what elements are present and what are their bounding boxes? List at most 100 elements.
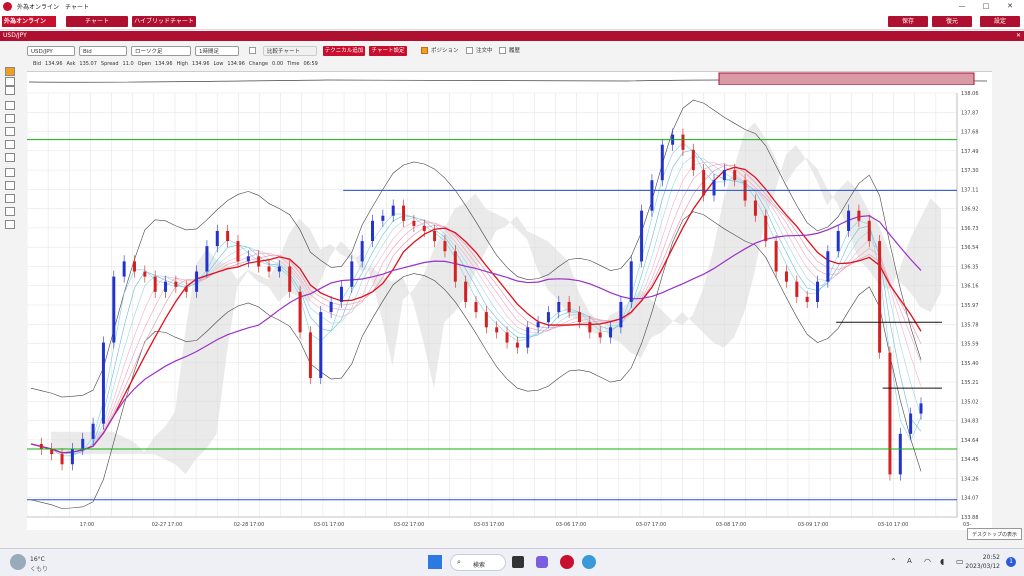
candle-body [919,403,923,414]
chart-settings-button[interactable]: チャート設定 [369,46,407,56]
info-value: 11.0 [122,61,134,67]
task-view-icon[interactable] [512,556,524,568]
candle-body [546,312,550,323]
compare-checkbox[interactable] [249,47,256,54]
search-box[interactable]: ⌕ 検索 [450,554,506,571]
chart-type-select[interactable]: ローソク足 [131,46,191,56]
y-tick-label: 134.07 [961,496,979,502]
candle-body [753,200,757,216]
window-titlebar: 外為オンライン チャート — □ ✕ [0,0,1024,13]
pair-header: USD/JPY ✕ [0,31,1024,41]
candle-body [381,215,385,221]
volume-icon[interactable]: ◖ [940,557,944,566]
close-chart-icon[interactable]: ✕ [1016,31,1021,41]
x-tick-label: 03-06 17:00 [556,522,587,528]
hline-tool-icon[interactable] [5,127,15,136]
text-tool-icon[interactable] [5,181,15,190]
zoom-tool-icon[interactable] [5,77,15,86]
candle-body [847,210,851,231]
info-label: Time [287,61,300,67]
cursor-tool-icon[interactable] [5,67,15,76]
hybrid-chart-button[interactable]: ハイブリッドチャート [132,16,196,27]
notification-badge[interactable]: 1 [1006,557,1016,567]
channel-tool-icon[interactable] [5,153,15,162]
weather-icon[interactable] [10,554,26,570]
pair-title: USD/JPY [3,32,27,39]
settings-button[interactable]: 設定 [980,16,1020,27]
close-icon[interactable]: ✕ [998,0,1022,13]
candlestick-chart[interactable]: 138.06 137.87 137.68 137.49 137.30 137.11 136.… [26,85,992,530]
y-tick-label: 136.92 [961,207,979,213]
settings-tool-icon[interactable] [5,220,15,229]
symbol-select-label: USD/JPY [31,49,53,55]
fx-app-icon[interactable] [560,555,574,569]
restore-button[interactable]: 復元 [932,16,972,27]
candle-body [816,281,820,302]
chart-tab-button[interactable]: チャート [66,16,128,27]
info-label: Spread [100,61,119,67]
overview-window[interactable] [718,72,975,86]
minimize-icon[interactable]: — [950,0,974,13]
candle-body [474,301,478,313]
drawing-tools [0,60,27,530]
x-tick-label: 03-10 17:00 [878,522,909,528]
clock-date[interactable]: 2023/03/12 [956,563,1000,570]
chat-icon[interactable] [536,556,548,568]
info-label: Low [213,61,224,67]
price-info-bar: Bid 134.96 Ask 135.07 Spread 11.0 Open 134.9… [33,61,318,70]
chevron-up-icon[interactable]: ⌃ [890,557,897,566]
price-type-select[interactable]: Bid [79,46,127,56]
candle-body [164,281,168,292]
candle-body [226,230,230,242]
wifi-icon[interactable]: ◠ [924,557,931,566]
candle-body [91,423,95,439]
browser-icon[interactable] [582,555,596,569]
history-label: 履歴 [509,48,521,54]
candle-body [764,215,768,242]
candle-body [132,261,136,272]
position-checkbox[interactable] [421,47,428,54]
order-checkbox[interactable] [466,47,473,54]
candle-body [319,312,323,379]
delete-all-icon[interactable] [5,207,15,216]
pan-tool-icon[interactable] [5,86,15,95]
delete-tool-icon[interactable] [5,194,15,203]
candle-body [360,241,364,262]
candle-body [288,266,292,292]
candle-body [298,291,302,333]
top-navigation: 外為オンライン チャート ハイブリッドチャート 保存 復元 設定 [0,13,1024,30]
candle-body [629,261,633,302]
save-button[interactable]: 保存 [888,16,928,27]
history-checkbox[interactable] [499,47,506,54]
info-label: Change [248,61,269,67]
y-tick-label: 135.59 [961,342,979,348]
windows-start-icon[interactable] [428,555,442,569]
candle-body [443,241,447,252]
candle-body [184,286,188,292]
candle-body [784,271,788,282]
maximize-icon[interactable]: □ [974,0,998,13]
candle-body [246,256,250,262]
ime-indicator[interactable]: A [907,557,912,565]
symbol-select[interactable]: USD/JPY [27,46,75,56]
trendline-tool-icon[interactable] [5,101,15,110]
candle-body [112,276,116,343]
position-label: ポジション [431,48,459,54]
compare-chart-button[interactable]: 比較チャート [263,46,317,56]
show-desktop-tooltip: デスクトップの表示 [967,528,1022,540]
candle-body [453,251,457,282]
candle-body [101,342,105,424]
fibonacci-tool-icon[interactable] [5,168,15,177]
timeframe-select[interactable]: 1時間足 [195,46,239,56]
y-tick-label: 138.06 [961,91,979,97]
candle-body [567,301,571,313]
y-tick-label: 137.49 [961,149,979,155]
x-tick-label: 03-03 17:00 [474,522,505,528]
candle-body [826,251,830,282]
add-technical-button[interactable]: テクニカル追加 [323,46,365,56]
vline-tool-icon[interactable] [5,140,15,149]
overview-navigator[interactable] [27,71,992,86]
clock-time[interactable]: 20:52 [968,554,1000,561]
line-tool-icon[interactable] [5,114,15,123]
brand-logo: 外為オンライン [2,16,56,27]
